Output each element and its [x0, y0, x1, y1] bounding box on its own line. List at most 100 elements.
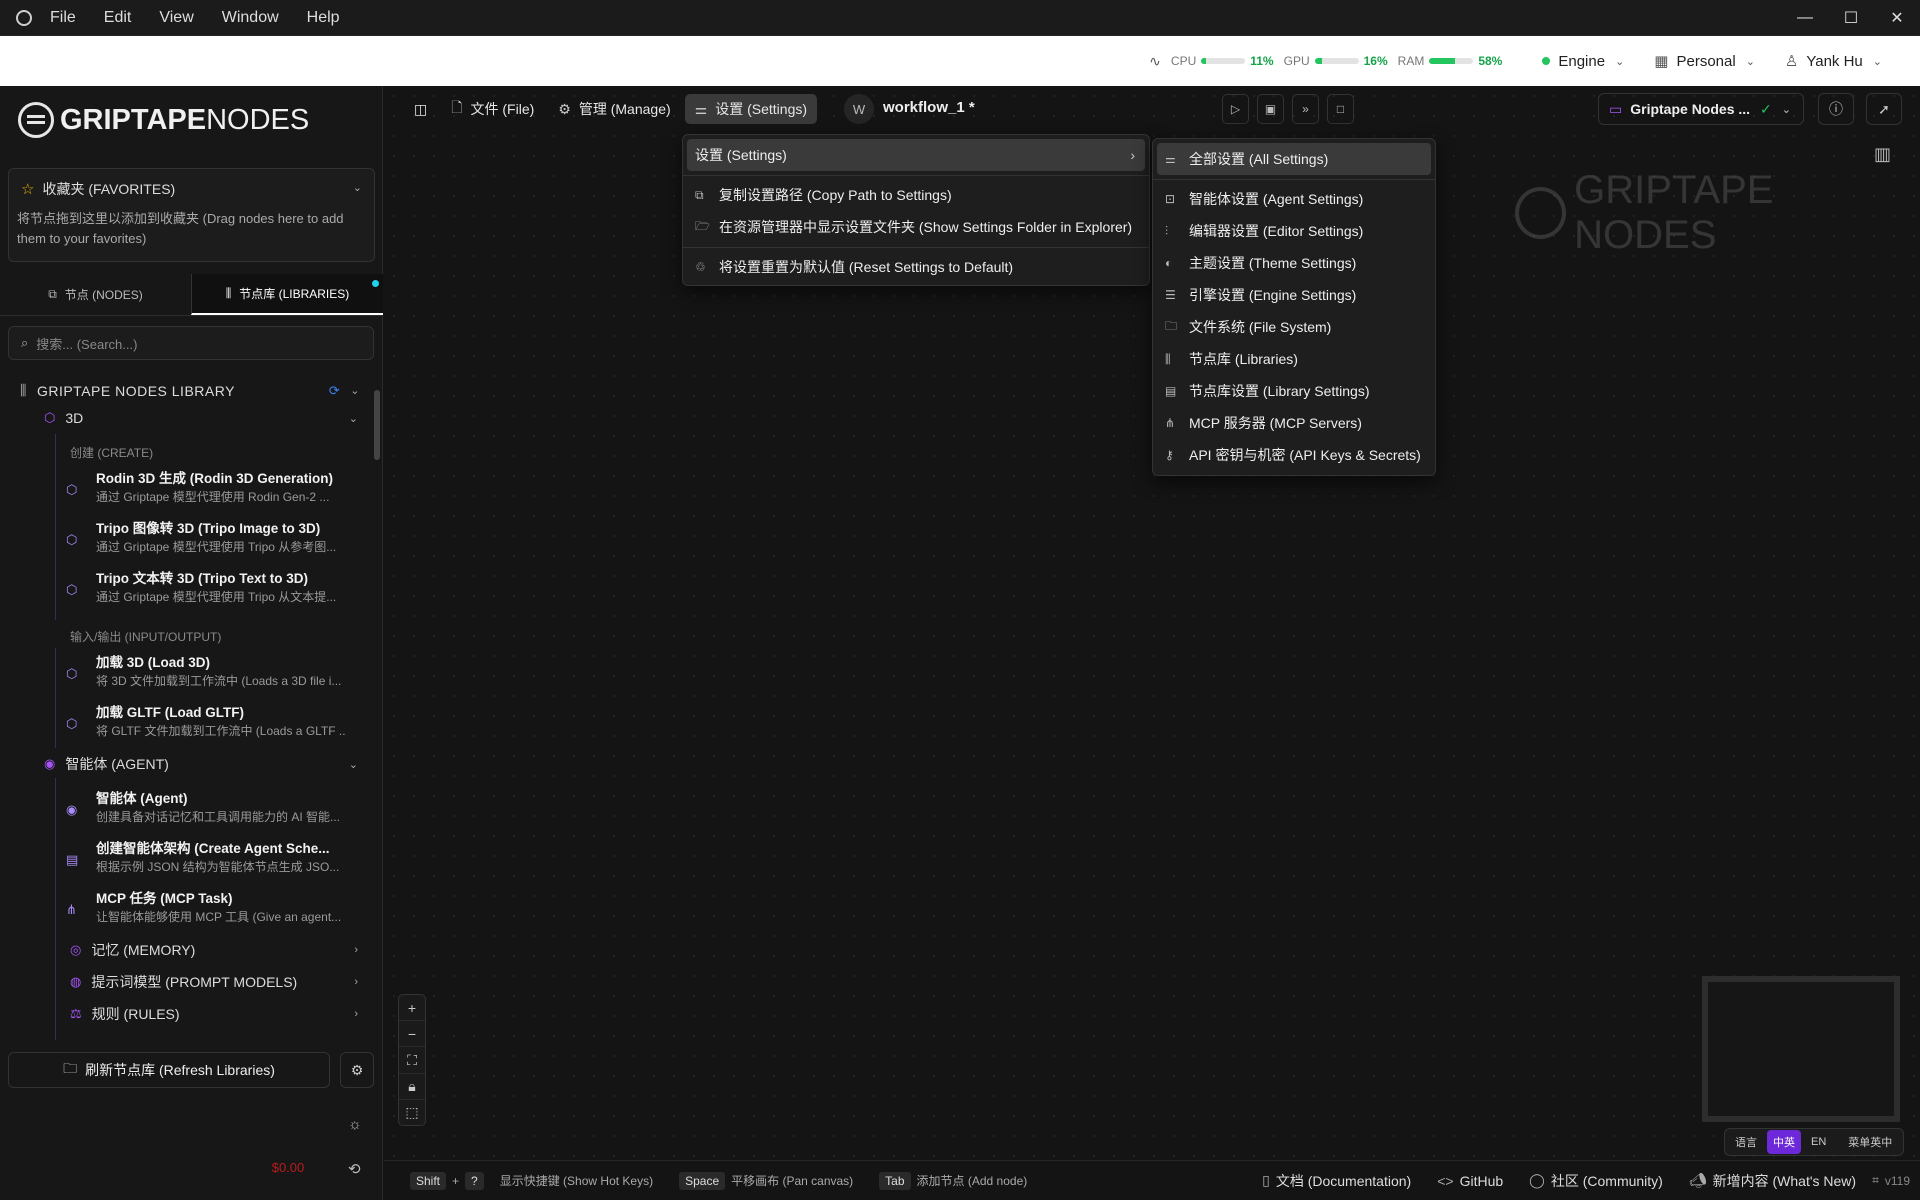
- engine-dropdown[interactable]: Engine ⌄: [1542, 53, 1624, 70]
- submenu-api-keys[interactable]: ⚷ API 密钥与机密 (API Keys & Secrets): [1157, 439, 1431, 471]
- deploy-button[interactable]: ➚: [1866, 93, 1902, 125]
- sync-icon[interactable]: ⟲: [348, 1160, 361, 1178]
- node-title: Tripo 图像转 3D (Tripo Image to 3D): [96, 521, 321, 536]
- submenu-engine-settings[interactable]: ☰ 引擎设置 (Engine Settings): [1157, 279, 1431, 311]
- category-prompt-models[interactable]: ◍ 提示词模型 (PROMPT MODELS) ›: [70, 972, 358, 992]
- menu-divider: [683, 175, 1149, 176]
- menu-view[interactable]: View: [159, 9, 193, 27]
- github-link[interactable]: <> GitHub: [1437, 1173, 1503, 1189]
- engine-selector[interactable]: ▭ Griptape Nodes ... ✓ ⌄: [1598, 93, 1804, 125]
- whats-new-link[interactable]: 📣︎ 新增内容 (What's New): [1689, 1171, 1856, 1191]
- menu-window[interactable]: Window: [222, 9, 279, 27]
- lang-option-menu[interactable]: 菜单英中: [1842, 1130, 1898, 1154]
- manage-menu-button[interactable]: ⚙ 管理 (Manage): [548, 94, 680, 124]
- info-button[interactable]: ⓘ: [1818, 93, 1854, 125]
- tree-line: [55, 648, 56, 748]
- logo-text-bold: GRIPTAPE: [60, 103, 207, 136]
- menu-edit[interactable]: Edit: [104, 9, 132, 27]
- category-agent[interactable]: ◉ 智能体 (AGENT) ⌄: [44, 754, 358, 774]
- library-header[interactable]: ⫼ GRIPTAPE NODES LIBRARY ⟳ ⌄: [20, 382, 360, 399]
- maximize-button[interactable]: ☐: [1828, 0, 1874, 36]
- manage-menu-label: 管理 (Manage): [578, 101, 671, 117]
- favorites-header[interactable]: ☆ 收藏夹 (FAVORITES): [21, 179, 175, 199]
- menu-help[interactable]: Help: [307, 9, 340, 27]
- node-item[interactable]: ⬡ 加载 3D (Load 3D) 将 3D 文件加载到工作流中 (Loads a …: [66, 654, 366, 700]
- lock-icon[interactable]: 🔒︎: [399, 1074, 425, 1100]
- search-icon: ⌕: [21, 335, 29, 350]
- fit-view-icon[interactable]: ⛶: [399, 1047, 425, 1074]
- book-icon: ▯: [1262, 1172, 1270, 1188]
- category-3d[interactable]: ⬡ 3D ⌄: [44, 410, 358, 426]
- node-item[interactable]: ⬡ Tripo 图像转 3D (Tripo Image to 3D) 通过 Grip…: [66, 520, 366, 566]
- select-box-icon[interactable]: ⬚: [399, 1100, 425, 1125]
- menu-item-show-folder[interactable]: 🗁 在资源管理器中显示设置文件夹 (Show Settings Folder in…: [687, 211, 1145, 243]
- minimize-button[interactable]: —: [1782, 0, 1828, 36]
- favorites-panel[interactable]: ☆ 收藏夹 (FAVORITES) ⌄ 将节点拖到这里以添加到收藏夹 (Drag …: [8, 168, 375, 262]
- menu-item-label: 将设置重置为默认值 (Reset Settings to Default): [719, 259, 1014, 275]
- workflow-name[interactable]: workflow_1 *: [883, 99, 975, 116]
- docs-link[interactable]: ▯ 文档 (Documentation): [1262, 1171, 1411, 1191]
- step-icon[interactable]: ▣: [1257, 94, 1284, 124]
- folder-refresh-icon: 🗀: [63, 1060, 78, 1076]
- chevron-down-icon: ⌄: [1781, 103, 1791, 116]
- node-desc: 创建具备对话记忆和工具调用能力的 AI 智能...: [96, 810, 341, 824]
- minimap[interactable]: [1702, 976, 1900, 1122]
- fast-forward-icon[interactable]: »: [1292, 94, 1319, 124]
- menu-file[interactable]: File: [50, 9, 76, 27]
- status-bar: ∿ CPU 11% GPU 16% RAM 58% Engine ⌄ ▦ Per…: [0, 36, 1920, 86]
- tab-nodes[interactable]: ⧉ 节点 (NODES): [0, 274, 191, 315]
- file-menu-button[interactable]: 🗋 文件 (File): [441, 94, 544, 124]
- submenu-libraries[interactable]: ⫼ 节点库 (Libraries): [1157, 343, 1431, 375]
- node-item[interactable]: ⋔ MCP 任务 (MCP Task) 让智能体能够使用 MCP 工具 (Give …: [66, 890, 366, 936]
- check-circle-icon: ✓: [1760, 100, 1772, 117]
- category-label: 提示词模型 (PROMPT MODELS): [91, 974, 298, 990]
- category-rules[interactable]: ⚖ 规则 (RULES) ›: [70, 1004, 358, 1024]
- submenu-editor-settings[interactable]: ⫶ 编辑器设置 (Editor Settings): [1157, 215, 1431, 247]
- settings-menu-button[interactable]: ⚌ 设置 (Settings): [684, 94, 818, 124]
- refresh-icon[interactable]: ⟳: [329, 383, 340, 399]
- category-memory[interactable]: ◎ 记忆 (MEMORY) ›: [70, 940, 358, 960]
- sidebar-scrollbar[interactable]: [374, 390, 380, 460]
- library-settings-button[interactable]: ⚙: [340, 1052, 374, 1088]
- node-item[interactable]: ◉ 智能体 (Agent) 创建具备对话记忆和工具调用能力的 AI 智能...: [66, 790, 366, 836]
- engine-selector-label: Griptape Nodes ...: [1630, 101, 1751, 117]
- sidebar-toggle-button[interactable]: ◫: [404, 94, 437, 124]
- node-item[interactable]: ⬡ 加载 GLTF (Load GLTF) 将 GLTF 文件加载到工作流中 (Lo…: [66, 704, 366, 750]
- chevron-down-icon[interactable]: ⌄: [353, 181, 362, 194]
- node-item[interactable]: ▤ 创建智能体架构 (Create Agent Sche... 根据示例 JSON …: [66, 840, 366, 886]
- search-field[interactable]: ⌕ 搜索... (Search...): [8, 326, 374, 360]
- theme-toggle-icon[interactable]: ☼: [348, 1116, 362, 1133]
- zoom-in-icon[interactable]: +: [399, 995, 425, 1022]
- lang-option-zh-en[interactable]: 中英: [1767, 1130, 1801, 1154]
- node-item[interactable]: ⬡ Tripo 文本转 3D (Tripo Text to 3D) 通过 Gript…: [66, 570, 366, 616]
- zoom-out-icon[interactable]: −: [399, 1021, 425, 1048]
- menu-item-settings[interactable]: 设置 (Settings) ›: [687, 139, 1145, 171]
- play-icon[interactable]: ▷: [1222, 94, 1249, 124]
- chevron-down-icon[interactable]: ⌄: [350, 384, 360, 397]
- user-dropdown[interactable]: ♙ Yank Hu ⌄: [1785, 52, 1882, 71]
- chevron-down-icon: ⌄: [348, 412, 358, 425]
- tab-libraries[interactable]: ⫼ 节点库 (LIBRARIES): [191, 274, 383, 315]
- menu-item-copy-path[interactable]: ⧉ 复制设置路径 (Copy Path to Settings): [687, 179, 1145, 211]
- layout-panel-icon[interactable]: ▥: [1874, 144, 1891, 165]
- workspace-dropdown[interactable]: ▦ Personal ⌄: [1654, 52, 1755, 71]
- hint-hotkeys[interactable]: 显示快捷键 (Show Hot Keys): [500, 1172, 653, 1189]
- book-icon: ▤: [1165, 384, 1177, 398]
- file-menu-label: 文件 (File): [470, 101, 535, 117]
- community-link[interactable]: ◯ 社区 (Community): [1529, 1171, 1663, 1191]
- submenu-all-settings[interactable]: ⚌ 全部设置 (All Settings): [1157, 143, 1431, 175]
- node-item[interactable]: ⬡ Rodin 3D 生成 (Rodin 3D Generation) 通过 Gri…: [66, 470, 366, 516]
- lang-option-en[interactable]: EN: [1805, 1132, 1832, 1152]
- submenu-theme-settings[interactable]: ◐ 主题设置 (Theme Settings): [1157, 247, 1431, 279]
- submenu-file-system[interactable]: 🗀 文件系统 (File System): [1157, 311, 1431, 343]
- menu-item-reset[interactable]: ♲ 将设置重置为默认值 (Reset Settings to Default): [687, 251, 1145, 283]
- megaphone-icon: 📣︎: [1688, 1172, 1707, 1188]
- close-button[interactable]: ✕: [1874, 0, 1920, 36]
- submenu-mcp-servers[interactable]: ⋔ MCP 服务器 (MCP Servers): [1157, 407, 1431, 439]
- refresh-libraries-button[interactable]: 🗀 刷新节点库 (Refresh Libraries): [8, 1052, 330, 1088]
- copy-icon: ⧉: [695, 187, 704, 202]
- submenu-library-settings[interactable]: ▤ 节点库设置 (Library Settings): [1157, 375, 1431, 407]
- stop-icon[interactable]: □: [1327, 94, 1354, 124]
- submenu-agent-settings[interactable]: ⊡ 智能体设置 (Agent Settings): [1157, 183, 1431, 215]
- library-icon: ⫼: [20, 382, 27, 398]
